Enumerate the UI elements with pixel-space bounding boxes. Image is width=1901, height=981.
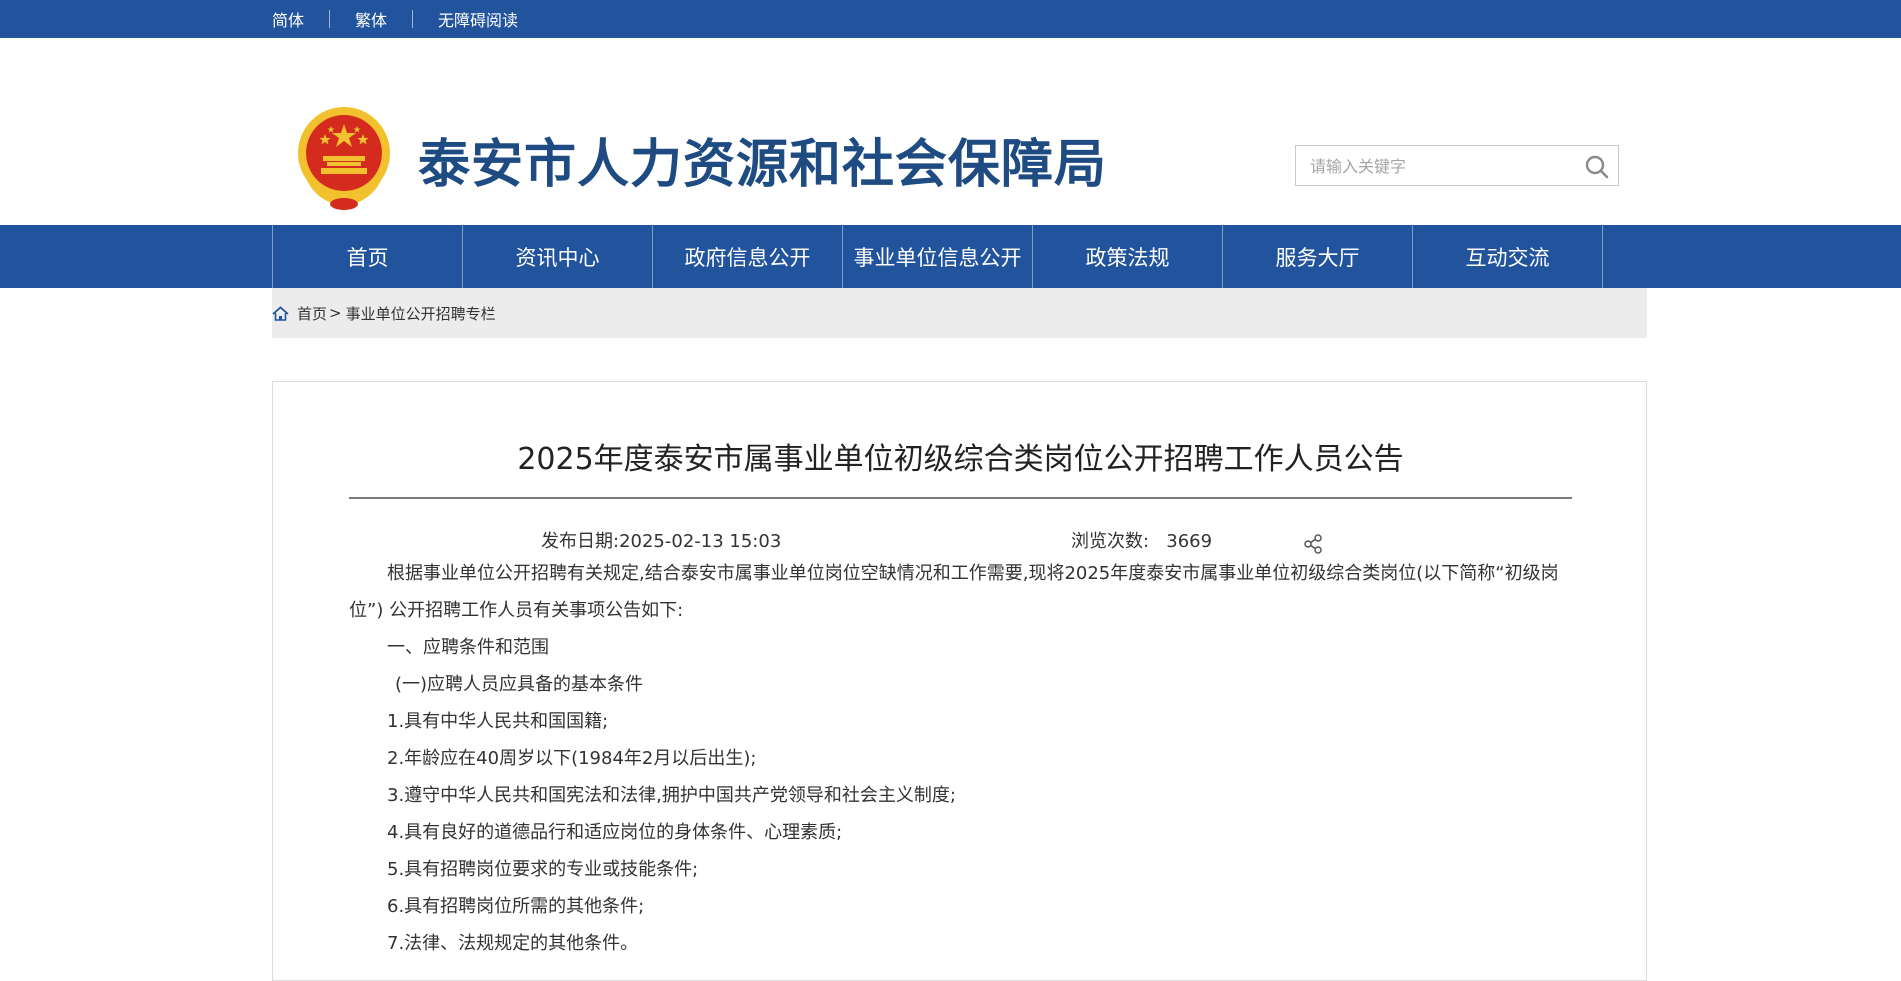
condition-item: 2.年龄应在40周岁以下(1984年2月以后出生);	[387, 748, 757, 769]
condition-item: 5.具有招聘岗位要求的专业或技能条件;	[387, 859, 699, 880]
article-panel: 2025年度泰安市属事业单位初级综合类岗位公开招聘工作人员公告 发布日期:202…	[272, 381, 1647, 981]
condition-item: 3.遵守中华人民共和国宪法和法律,拥护中国共产党领导和社会主义制度;	[387, 785, 956, 806]
nav-item-home[interactable]: 首页	[273, 225, 463, 288]
view-count: 浏览次数: 3669	[1071, 527, 1212, 553]
breadcrumb-separator: >	[329, 304, 342, 322]
simplified-chinese-link[interactable]: 简体	[272, 7, 304, 31]
traditional-chinese-link[interactable]: 繁体	[355, 7, 387, 31]
section-heading: 一、应聘条件和范围	[387, 637, 549, 658]
breadcrumb: 首页 > 事业单位公开招聘专栏	[272, 288, 1647, 338]
nav-item-gov-info[interactable]: 政府信息公开	[653, 225, 843, 288]
top-links: 简体 繁体 无障碍阅读	[272, 0, 518, 38]
nav-item-service-hall[interactable]: 服务大厅	[1223, 225, 1413, 288]
publish-date-label: 发布日期:	[541, 531, 620, 552]
main-nav: 首页 资讯中心 政府信息公开 事业单位信息公开 政策法规 服务大厅 互动交流	[0, 225, 1901, 288]
condition-item: 1.具有中华人民共和国国籍;	[387, 711, 609, 732]
nav-list: 首页 资讯中心 政府信息公开 事业单位信息公开 政策法规 服务大厅 互动交流	[272, 225, 1603, 288]
article-body: 根据事业单位公开招聘有关规定,结合泰安市属事业单位岗位空缺情况和工作需要,现将2…	[349, 555, 1564, 962]
condition-item: 4.具有良好的道德品行和适应岗位的身体条件、心理素质;	[387, 822, 843, 843]
site-title[interactable]: 泰安市人力资源和社会保障局	[418, 122, 1107, 197]
nav-item-interaction[interactable]: 互动交流	[1413, 225, 1603, 288]
search-box	[1295, 145, 1619, 187]
nav-item-institution-info[interactable]: 事业单位信息公开	[843, 225, 1033, 288]
publish-date-value: 2025-02-13 15:03	[619, 531, 782, 552]
national-emblem-icon[interactable]	[295, 106, 393, 212]
intro-paragraph: 根据事业单位公开招聘有关规定,结合泰安市属事业单位岗位空缺情况和工作需要,现将2…	[349, 563, 1559, 621]
share-icon[interactable]	[1302, 533, 1324, 555]
search-icon[interactable]	[1584, 154, 1610, 180]
publish-date: 发布日期:2025-02-13 15:03	[541, 527, 781, 553]
top-bar: 简体 繁体 无障碍阅读	[0, 0, 1901, 38]
divider	[412, 10, 414, 28]
condition-item: 6.具有招聘岗位所需的其他条件;	[387, 896, 645, 917]
subsection-heading: (一)应聘人员应具备的基本条件	[395, 674, 644, 695]
condition-item: 7.法律、法规规定的其他条件。	[387, 933, 639, 954]
nav-item-policy[interactable]: 政策法规	[1033, 225, 1223, 288]
home-icon	[272, 305, 289, 321]
view-count-label: 浏览次数:	[1071, 531, 1150, 552]
breadcrumb-current-link[interactable]: 事业单位公开招聘专栏	[346, 303, 496, 324]
title-divider	[349, 497, 1572, 499]
accessibility-link[interactable]: 无障碍阅读	[438, 7, 518, 31]
breadcrumb-home-link[interactable]: 首页	[297, 303, 327, 324]
nav-item-news[interactable]: 资讯中心	[463, 225, 653, 288]
view-count-value: 3669	[1166, 531, 1213, 552]
site-header: 泰安市人力资源和社会保障局	[0, 38, 1901, 225]
search-input[interactable]	[1308, 146, 1572, 187]
divider	[329, 10, 331, 28]
article-title: 2025年度泰安市属事业单位初级综合类岗位公开招聘工作人员公告	[517, 442, 1404, 477]
